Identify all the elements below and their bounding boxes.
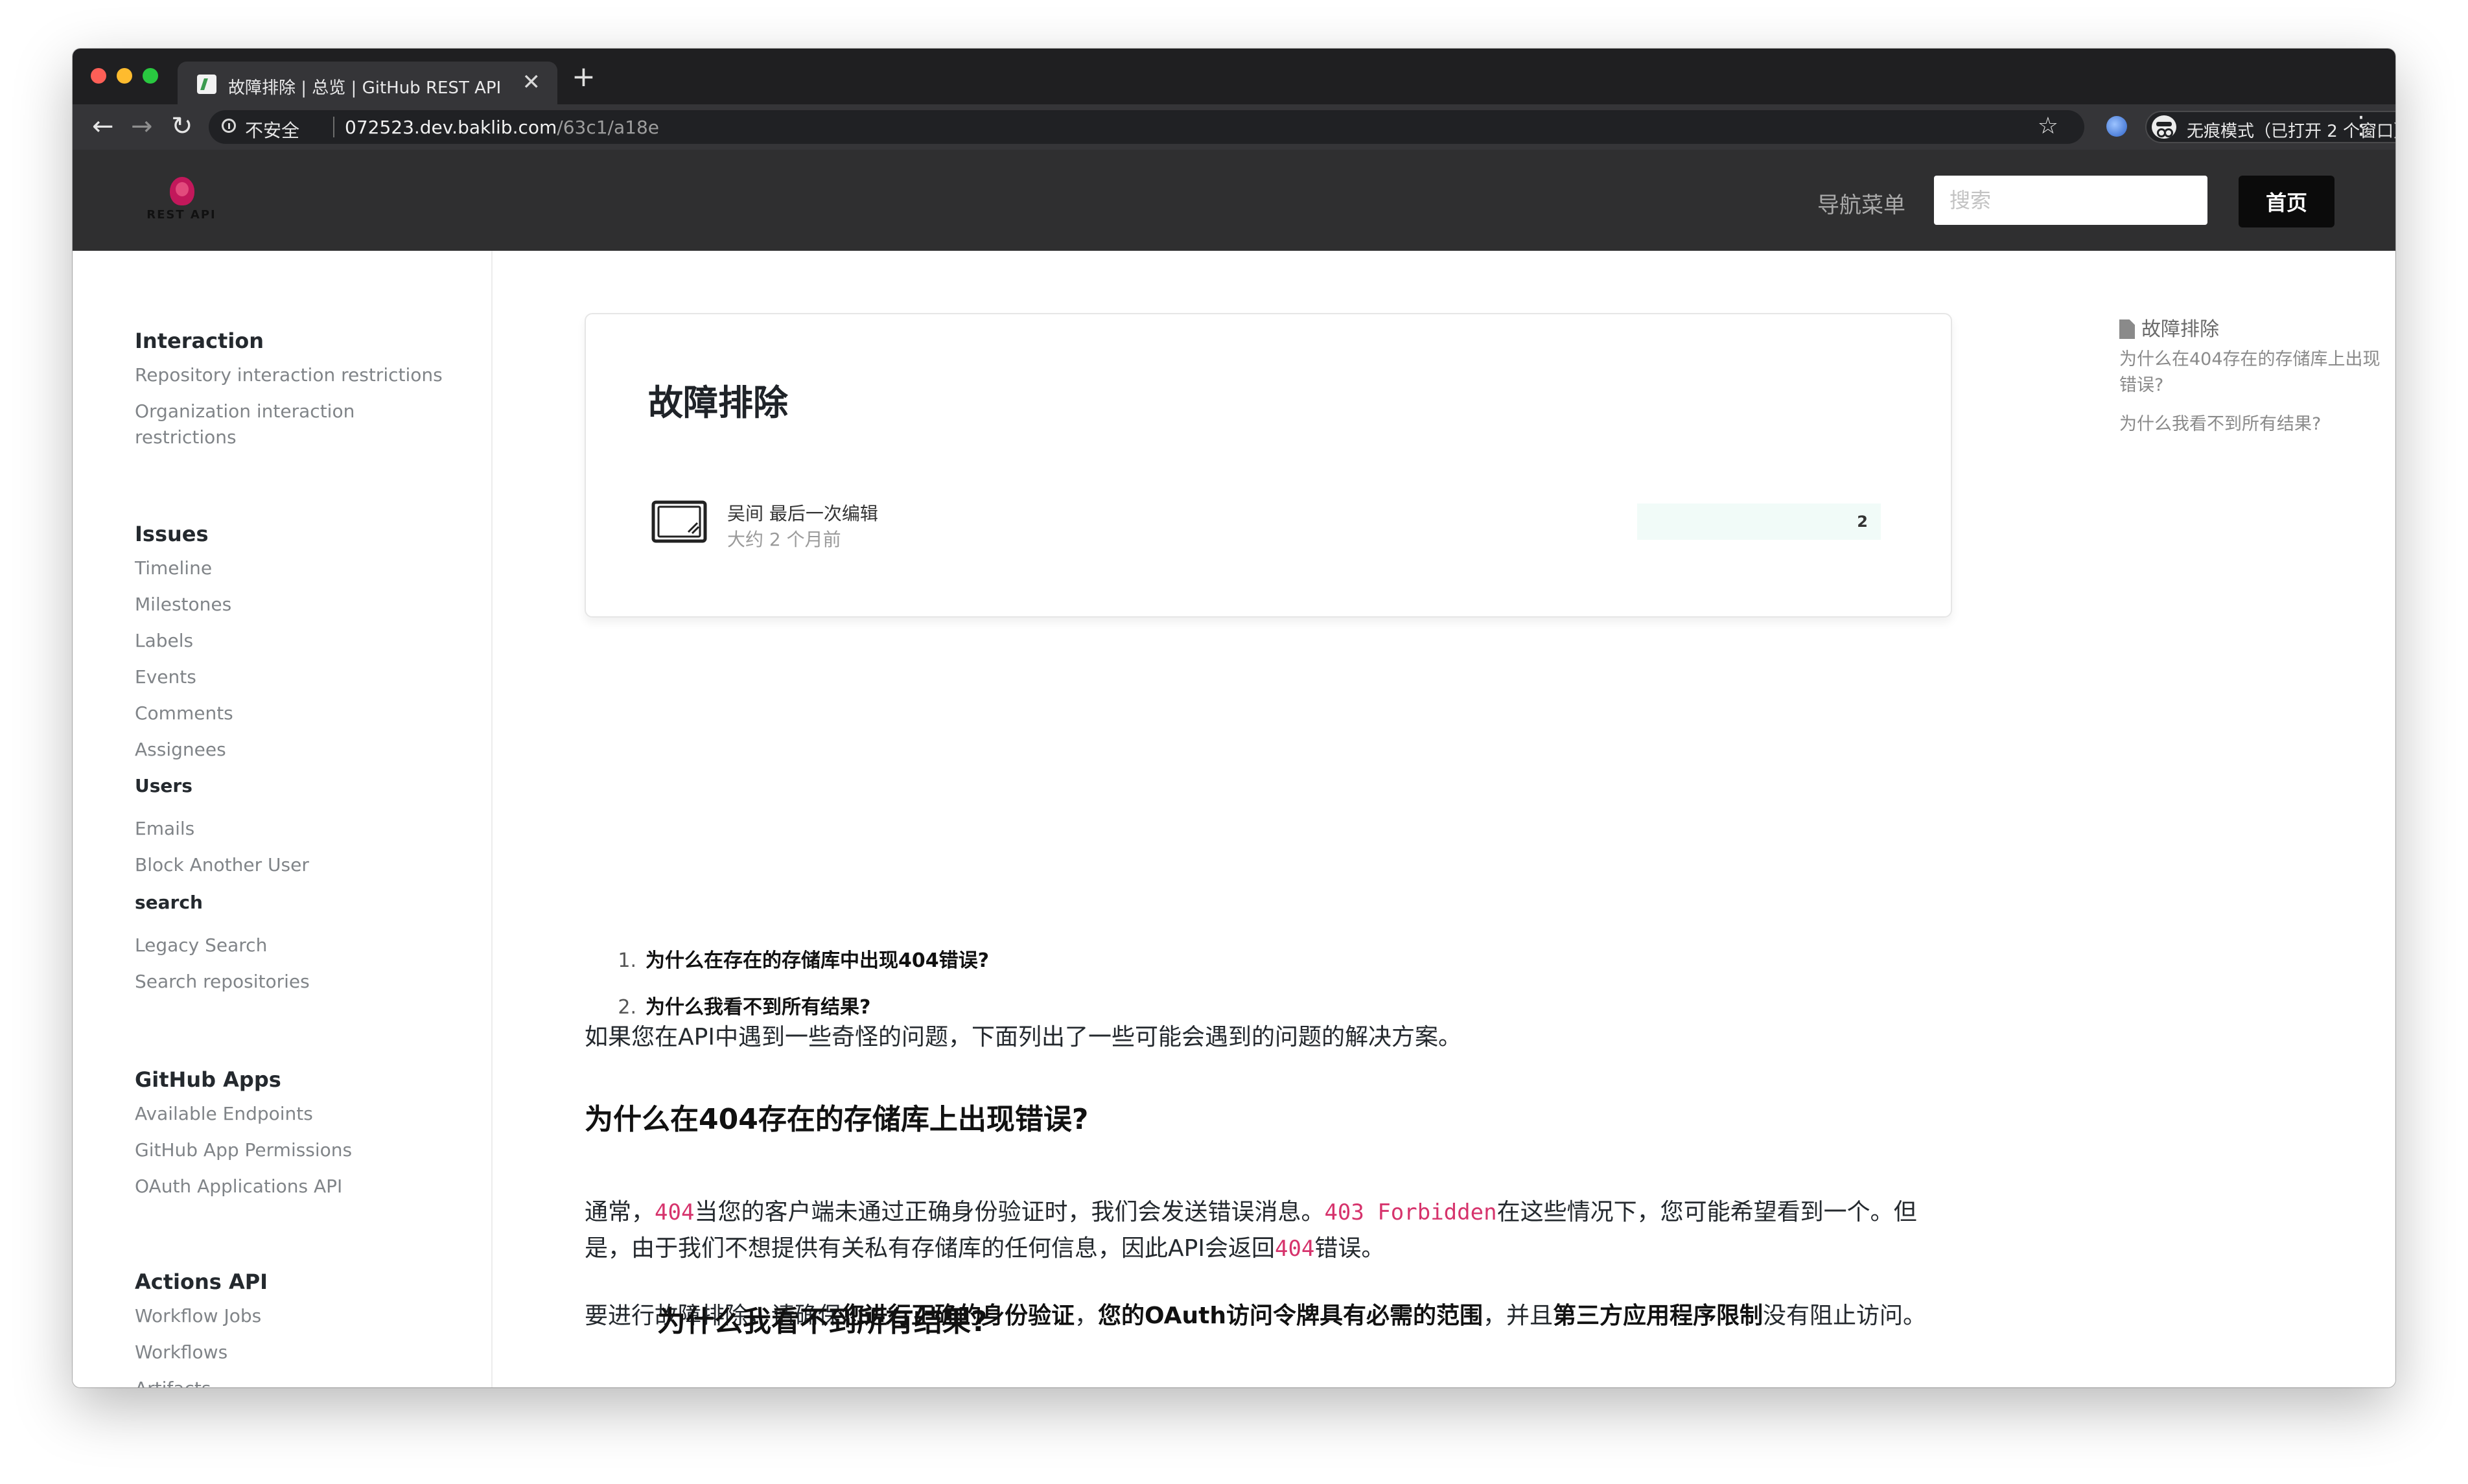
text: 通常， (585, 1199, 655, 1225)
code-403-forbidden: 403 Forbidden (1324, 1200, 1497, 1225)
favicon-icon (197, 75, 216, 94)
nav-menu-link[interactable]: 导航菜单 (1817, 187, 1905, 219)
paragraph-404-explanation: 通常，404当您的客户端未通过正确身份验证时，我们会发送错误消息。403 For… (585, 1194, 1952, 1267)
url-path: /63c1/a18e (557, 117, 659, 138)
forward-arrow-icon[interactable]: → (131, 112, 153, 141)
outline-item[interactable]: 为什么我看不到所有结果? (2119, 412, 2392, 437)
insecure-label: 不安全 (245, 120, 300, 141)
sidebar-item[interactable]: GitHub App Permissions (135, 1137, 352, 1163)
text: 当您的客户端未通过正确身份验证时，我们会发送错误消息。 (694, 1199, 1325, 1225)
new-tab-button[interactable]: + (572, 63, 596, 91)
sidebar-item[interactable]: Block Another User (135, 852, 309, 878)
outline-heading-text: 故障排除 (2141, 318, 2219, 341)
info-icon[interactable] (222, 119, 236, 133)
toc-item[interactable]: 1. 为什么在存在的存储库中出现404错误? (611, 944, 989, 973)
sidebar-item[interactable]: OAuth Applications API (135, 1174, 342, 1200)
sidebar-item[interactable]: Artifacts (135, 1376, 211, 1387)
toc-link[interactable]: 为什么我看不到所有结果? (646, 996, 870, 1019)
logo-mark-icon (170, 177, 194, 205)
sidebar-heading-issues[interactable]: Issues (135, 522, 209, 546)
sidebar-item[interactable]: Workflow Jobs (135, 1303, 261, 1329)
sidebar-heading-actions-api[interactable]: Actions API (135, 1270, 268, 1294)
close-window-button[interactable] (91, 68, 106, 84)
back-arrow-icon[interactable]: ← (92, 112, 114, 141)
site-logo[interactable]: REST API (143, 176, 220, 227)
editor-avatar-icon (651, 500, 707, 543)
browser-window: 故障排除 | 总览 | GitHub REST API ✕ + ← → ↻ 不安… (73, 49, 2395, 1387)
sidebar-item[interactable]: Emails (135, 816, 194, 842)
tab-strip: 故障排除 | 总览 | GitHub REST API ✕ + (73, 49, 2395, 104)
incognito-icon (2152, 115, 2176, 139)
page-content: Interaction Repository interaction restr… (73, 251, 2395, 1387)
sidebar-heading-github-apps[interactable]: GitHub Apps (135, 1067, 281, 1092)
sidebar-item[interactable]: Comments (135, 701, 233, 726)
toc-item[interactable]: 2. 为什么我看不到所有结果? (611, 991, 870, 1019)
address-divider (333, 117, 334, 137)
article-continued: 为什么我看不到所有结果? (657, 1298, 2025, 1387)
sidebar-group-search[interactable]: search (135, 890, 203, 916)
site-header: REST API 导航菜单 首页 (73, 150, 2395, 251)
last-editor-label: 吴间 最后一次编辑 (727, 503, 878, 524)
browser-menu-icon[interactable]: ⋮ (2349, 112, 2373, 138)
sidebar-item[interactable]: Repository interaction restrictions (135, 362, 443, 388)
toc-number: 1. (618, 949, 636, 972)
search-input[interactable] (1934, 176, 2207, 225)
sidebar-item[interactable]: Organization interaction (135, 399, 355, 424)
url-host: 072523.dev.baklib.com (345, 117, 557, 138)
article: 故障排除 吴间 最后一次编辑 大约 2 个月前 2 1. 为什么在存在的存储库中出… (585, 251, 1952, 1387)
view-count-badge: 2 (1637, 504, 1881, 540)
article-header-card: 故障排除 吴间 最后一次编辑 大约 2 个月前 2 (585, 313, 1952, 618)
sidebar-item[interactable]: Workflows (135, 1339, 227, 1365)
document-icon (2119, 319, 2135, 339)
toc-number: 2. (618, 996, 636, 1019)
tab-active[interactable]: 故障排除 | 总览 | GitHub REST API ✕ (178, 62, 557, 104)
toc-link[interactable]: 为什么在存在的存储库中出现404错误? (646, 949, 989, 972)
code-404: 404 (1274, 1236, 1315, 1262)
sidebar-heading-interaction[interactable]: Interaction (135, 329, 264, 353)
browser-toolbar: ← → ↻ 不安全 072523.dev.baklib.com/63c1/a18… (73, 104, 2395, 150)
sidebar-item[interactable]: Search repositories (135, 969, 310, 995)
sidebar-item-continued[interactable]: restrictions (135, 424, 237, 450)
code-404: 404 (655, 1200, 695, 1225)
close-tab-icon[interactable]: ✕ (522, 71, 541, 94)
address-bar[interactable]: 不安全 072523.dev.baklib.com/63c1/a18e ☆ (209, 110, 2084, 144)
sidebar-item[interactable]: Legacy Search (135, 933, 267, 958)
sidebar-item[interactable]: Milestones (135, 592, 231, 618)
minimize-window-button[interactable] (117, 68, 132, 84)
url-text: 072523.dev.baklib.com/63c1/a18e (345, 117, 659, 138)
logo-text: REST API (146, 208, 216, 222)
text: 错误。 (1314, 1235, 1385, 1262)
section-heading-results: 为什么我看不到所有结果? (657, 1305, 988, 1338)
sidebar-item[interactable]: Labels (135, 628, 193, 654)
sidebar-item[interactable]: Timeline (135, 555, 212, 581)
section-heading-404: 为什么在404存在的存储库上出现错误? (585, 1103, 1089, 1136)
last-edited-time: 大约 2 个月前 (727, 529, 841, 550)
zoom-window-button[interactable] (143, 68, 158, 84)
intro-paragraph: 如果您在API中遇到一些奇怪的问题，下面列出了一些可能会遇到的问题的解决方案。 (585, 1024, 1461, 1050)
sidebar: Interaction Repository interaction restr… (73, 251, 493, 1387)
bookmark-star-icon[interactable]: ☆ (2038, 113, 2058, 139)
outline-heading[interactable]: 故障排除 (2119, 313, 2219, 342)
page-title: 故障排除 (648, 382, 788, 423)
home-button[interactable]: 首页 (2239, 176, 2334, 227)
outline-item[interactable]: 为什么在404存在的存储库上出现错误? (2119, 347, 2392, 399)
reload-icon[interactable]: ↻ (171, 112, 193, 141)
sidebar-group-users[interactable]: Users (135, 773, 192, 799)
sidebar-item[interactable]: Events (135, 664, 196, 690)
tab-title: 故障排除 | 总览 | GitHub REST API (228, 78, 502, 98)
extension-globe-icon[interactable] (2106, 116, 2127, 137)
sidebar-item[interactable]: Available Endpoints (135, 1101, 313, 1127)
sidebar-item[interactable]: Assignees (135, 737, 226, 763)
